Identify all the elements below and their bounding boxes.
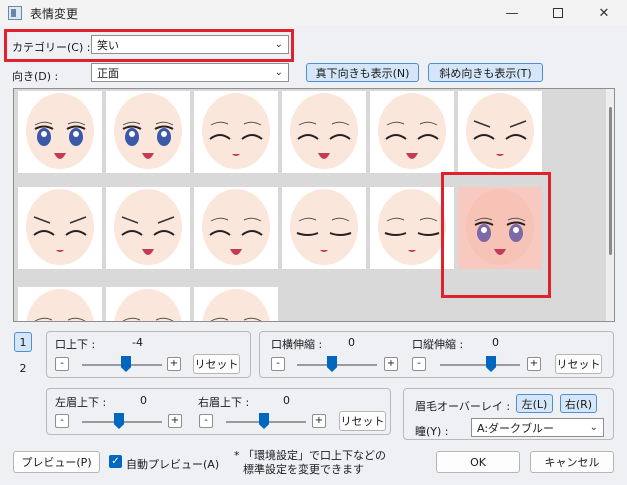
brow-reset-button[interactable]: リセット [339, 411, 386, 431]
mouth-height-track [440, 364, 520, 366]
face-image [26, 93, 94, 169]
category-label: カテゴリー(C) : [12, 41, 91, 54]
expression-thumbnail[interactable] [282, 187, 366, 269]
chevron-down-icon: ⌄ [274, 67, 283, 78]
overlay-right-button[interactable]: 右(R) [560, 394, 597, 413]
expression-thumbnail[interactable] [194, 91, 278, 173]
chevron-down-icon: ⌄ [274, 39, 283, 50]
mouth-size-reset-button[interactable]: リセット [555, 354, 602, 374]
face-image [114, 93, 182, 169]
face-image [202, 93, 270, 169]
expression-thumbnail[interactable] [194, 287, 278, 321]
direction-select[interactable]: 正面 ⌄ [91, 63, 289, 82]
note-line-2: 標準設定を変更できます [243, 463, 364, 476]
mouth-width-value: 0 [348, 336, 355, 349]
close-button[interactable]: ✕ [581, 0, 627, 26]
face-image [378, 93, 446, 169]
right-brow-label: 右眉上下 : [198, 396, 250, 409]
face-image [290, 189, 358, 265]
overlay-left-button[interactable]: 左(L) [516, 394, 553, 413]
face-image [114, 189, 182, 265]
left-brow-label: 左眉上下 : [55, 396, 107, 409]
category-select[interactable]: 笑い ⌄ [91, 35, 289, 54]
right-brow-value: 0 [283, 394, 290, 407]
face-image [290, 93, 358, 169]
face-image [26, 289, 94, 321]
direction-label: 向き(D) : [12, 70, 59, 83]
scrollbar-thumb[interactable] [609, 107, 612, 255]
auto-preview-checkbox[interactable]: ✓ [109, 455, 122, 468]
auto-preview-label: 自動プレビュー(A) [126, 458, 220, 471]
mouth-width-minus[interactable]: - [271, 357, 285, 371]
expression-thumbnail[interactable] [18, 91, 102, 173]
mouth-height-plus[interactable]: + [527, 357, 541, 371]
expression-thumbnail[interactable] [106, 91, 190, 173]
ok-button[interactable]: OK [436, 451, 520, 473]
left-brow-minus[interactable]: - [55, 414, 69, 428]
minimize-button[interactable]: — [489, 0, 535, 26]
left-brow-value: 0 [140, 394, 147, 407]
expression-thumbnail[interactable] [370, 91, 454, 173]
left-brow-plus[interactable]: + [168, 414, 182, 428]
mouth-updown-plus[interactable]: + [167, 357, 181, 371]
face-image [114, 289, 182, 321]
right-brow-plus[interactable]: + [312, 414, 326, 428]
pupil-label: 瞳(Y) : [415, 425, 449, 438]
mouth-width-label: 口横伸縮 : [271, 338, 323, 351]
page-2-button[interactable]: 2 [14, 358, 32, 378]
expression-thumbnail[interactable] [282, 91, 366, 173]
mouth-updown-label: 口上下 : [55, 338, 96, 351]
mouth-width-plus[interactable]: + [384, 357, 398, 371]
direction-value: 正面 [97, 66, 119, 80]
mouth-updown-value: -4 [132, 336, 143, 349]
chevron-down-icon: ⌄ [589, 422, 598, 433]
show-straight-down-button[interactable]: 真下向きも表示(N) [306, 63, 419, 82]
expression-thumbnail[interactable] [18, 287, 102, 321]
face-image [466, 93, 534, 169]
expression-thumbnail[interactable] [458, 91, 542, 173]
preview-button[interactable]: プレビュー(P) [13, 451, 100, 473]
show-diagonal-button[interactable]: 斜め向きも表示(T) [428, 63, 543, 82]
app-icon [8, 6, 22, 20]
cancel-button[interactable]: キャンセル [530, 451, 614, 473]
expression-thumbnail[interactable] [194, 187, 278, 269]
maximize-icon [553, 8, 563, 18]
expression-thumbnail[interactable] [18, 187, 102, 269]
right-brow-minus[interactable]: - [199, 414, 213, 428]
pupil-select[interactable]: A:ダークブルー ⌄ [471, 418, 604, 437]
face-image [202, 289, 270, 321]
expression-thumbnail[interactable] [106, 187, 190, 269]
mouth-height-value: 0 [492, 336, 499, 349]
face-image [202, 189, 270, 265]
mouth-updown-reset-button[interactable]: リセット [193, 354, 240, 374]
eyebrow-overlay-label: 眉毛オーバーレイ : [415, 400, 511, 413]
category-value: 笑い [97, 38, 119, 52]
pupil-value: A:ダークブルー [477, 421, 555, 435]
mouth-height-label: 口縦伸縮 : [412, 338, 464, 351]
face-image [26, 189, 94, 265]
maximize-button[interactable] [535, 0, 581, 26]
page-1-button[interactable]: 1 [14, 332, 32, 352]
mouth-updown-minus[interactable]: - [55, 357, 69, 371]
gallery-scrollbar[interactable] [606, 89, 614, 321]
selection-highlight [441, 172, 551, 298]
mouth-width-track [297, 364, 377, 366]
mouth-height-minus[interactable]: - [412, 357, 426, 371]
window-title: 表情変更 [30, 7, 79, 21]
expression-thumbnail[interactable] [106, 287, 190, 321]
